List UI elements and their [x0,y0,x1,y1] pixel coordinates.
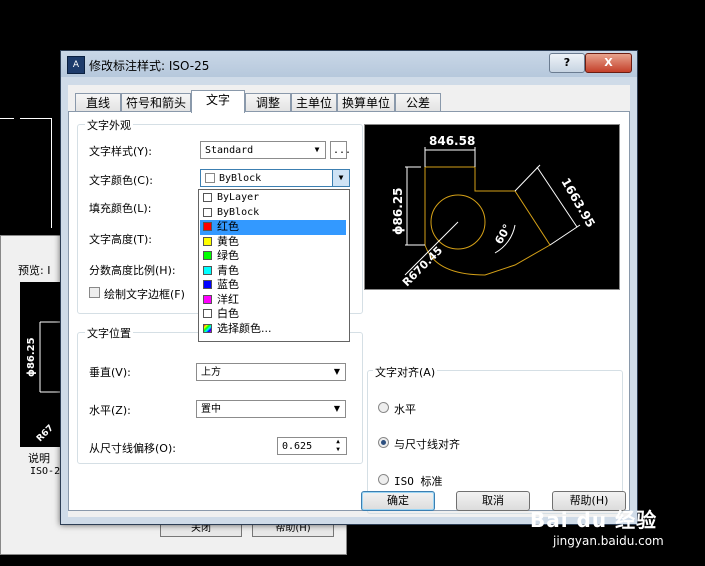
color-swatch [203,251,212,260]
tab-lines[interactable]: 直线 [75,93,121,112]
align-iso-radio[interactable] [378,474,389,485]
bg-preview-dim2: R67 [35,423,56,444]
watermark-url: jingyan.baidu.com [553,534,664,548]
text-color-dropdown-list: ByLayer ByBlock 红色 黄色 绿色 青色 蓝色 洋红 白色 选择颜… [198,189,350,342]
text-style-combo[interactable]: Standard ▼ [200,141,326,159]
color-option-byblock[interactable]: ByBlock [200,206,346,221]
align-horizontal-label: 水平 [394,403,416,416]
text-color-combo[interactable]: ByBlock ▼ [200,169,350,187]
spinner-icon[interactable]: ▲ ▼ [330,438,346,454]
preview-drawing: 846.58 ϕ86.25 1663.95 60° R670.45 [391,134,598,289]
cad-line [20,118,52,119]
color-swatch [203,294,212,304]
title-close-button[interactable]: X [585,53,632,73]
horizontal-value: 置中 [201,404,221,415]
align-dimline-label: 与尺寸线对齐 [394,438,460,451]
color-swatch [203,207,212,217]
chevron-down-icon: ▼ [314,145,320,154]
color-swatch [203,193,212,202]
fill-color-label: 填充颜色(L): [89,202,152,215]
color-swatch [203,236,212,246]
offset-label: 从尺寸线偏移(O): [89,442,176,455]
bg-preview: ϕ86.25 R67 [20,282,60,447]
appearance-group-title: 文字外观 [85,117,133,133]
align-iso-label: ISO 标准 [394,475,443,488]
cad-line [0,118,14,119]
ok-button[interactable]: 确定 [361,491,435,511]
color-option-green[interactable]: 绿色 [200,249,346,264]
vertical-label: 垂直(V): [89,366,131,379]
placement-group-title: 文字位置 [85,325,133,341]
color-wheel-icon [203,323,212,333]
chevron-down-icon: ▼ [333,404,341,413]
alignment-group-title: 文字对齐(A) [373,364,438,380]
bg-preview-label: 预览: I [18,264,51,277]
bg-preview-drawing: ϕ86.25 R67 [26,321,60,444]
preview-angle: 60° [492,222,514,247]
chevron-down-icon: ▼ [332,170,349,186]
bg-preview-dim: ϕ86.25 [26,337,37,377]
app-icon: A [67,56,85,74]
preview-dim-right: 1663.95 [558,176,597,230]
text-color-value: ByBlock [219,173,262,184]
watermark-logo: Bai du 经验 [530,508,658,532]
offset-input[interactable]: 0.625 ▲ ▼ [277,437,347,455]
color-swatch [203,309,212,318]
chevron-down-icon: ▼ [333,367,341,376]
horizontal-label: 水平(Z): [89,404,131,417]
text-color-label: 文字颜色(C): [89,174,153,187]
draw-frame-checkbox[interactable] [89,287,100,298]
fraction-scale-label: 分数高度比例(H): [89,264,176,277]
horizontal-combo[interactable]: 置中 ▼ [196,400,346,418]
text-style-browse-button[interactable]: ... [330,141,351,159]
tab-fit[interactable]: 调整 [245,93,291,112]
tab-text[interactable]: 文字 [191,90,245,113]
bg-desc-value: ISO-2 [30,466,61,477]
tab-symbols-arrows[interactable]: 符号和箭头 [121,93,191,112]
color-option-bylayer[interactable]: ByLayer [200,191,346,206]
preview-dim-left: ϕ86.25 [391,187,405,235]
draw-frame-label: 绘制文字边框(F) [104,288,185,301]
dialog-title: 修改标注样式: ISO-25 [89,59,210,73]
preview-radius: R670.45 [400,244,445,289]
color-swatch [205,173,215,183]
align-horizontal-radio[interactable] [378,402,389,413]
color-swatch [203,280,212,289]
color-option-yellow[interactable]: 黄色 [200,235,346,250]
color-swatch [203,265,212,275]
cancel-button[interactable]: 取消 [456,491,530,511]
tab-primary-units[interactable]: 主单位 [291,93,337,112]
title-bar[interactable]: A 修改标注样式: ISO-25 ? X [61,51,637,77]
color-option-magenta[interactable]: 洋红 [200,293,346,308]
vertical-value: 上方 [201,367,221,378]
text-height-label: 文字高度(T): [89,233,153,246]
color-option-white[interactable]: 白色 [200,307,346,322]
tab-alternate-units[interactable]: 换算单位 [337,93,395,112]
vertical-combo[interactable]: 上方 ▼ [196,363,346,381]
preview-pane: 846.58 ϕ86.25 1663.95 60° R670.45 [364,124,620,290]
text-style-value: Standard [205,145,254,156]
offset-value: 0.625 [282,441,313,452]
title-help-button[interactable]: ? [549,53,585,73]
align-dimline-radio[interactable] [378,437,389,448]
text-style-label: 文字样式(Y): [89,145,153,158]
color-option-cyan[interactable]: 青色 [200,264,346,279]
color-option-red[interactable]: 红色 [200,220,346,235]
cad-line [51,118,52,228]
color-swatch [203,222,212,231]
preview-dim-top: 846.58 [429,134,475,148]
color-option-select[interactable]: 选择颜色... [200,322,346,337]
tab-tolerances[interactable]: 公差 [395,93,441,112]
bg-desc-label: 说明 [28,452,50,465]
color-option-blue[interactable]: 蓝色 [200,278,346,293]
